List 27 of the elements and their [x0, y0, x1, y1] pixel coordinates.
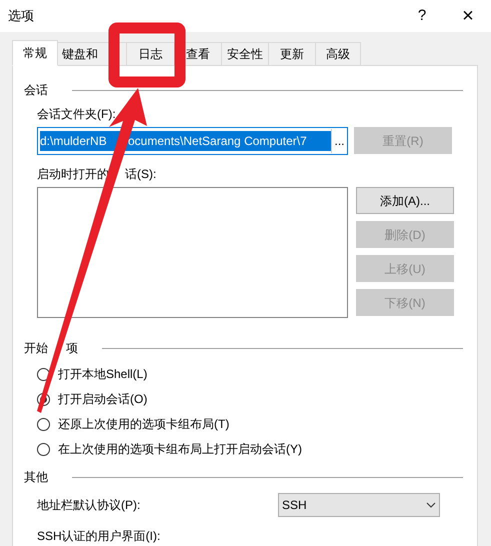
- action-button[interactable]: 添加(A)...: [356, 187, 454, 214]
- section-heading: 项: [66, 340, 78, 357]
- protocol-dropdown[interactable]: SSH: [278, 493, 440, 517]
- folder-path: d:\mulderNB: [40, 133, 108, 150]
- session-list[interactable]: [37, 187, 348, 318]
- section-heading: 其他: [24, 469, 48, 486]
- tab[interactable]: 高级: [315, 42, 361, 66]
- radio-label: 还原上次使用的选项卡组布局(T): [58, 416, 230, 433]
- folder-field[interactable]: d:\mulderNB ocuments\NetSarang Computer\7 ...: [37, 127, 348, 155]
- radio-label: 在上次使用的选项卡组布局上打开启动会话(Y): [58, 441, 302, 458]
- tab[interactable]: 常规: [12, 40, 58, 66]
- close-button[interactable]: ×: [445, 0, 491, 32]
- help-button[interactable]: ?: [399, 0, 445, 32]
- radio-button[interactable]: [37, 442, 50, 456]
- field-label: SSH认证的用户界面(I):: [36, 528, 160, 545]
- radio-label: 打开本地Shell(L): [58, 366, 148, 383]
- dropdown-value: SSH: [282, 497, 308, 514]
- field-label: 地址栏默认协议(P):: [37, 497, 142, 514]
- section-heading: 会话: [24, 82, 48, 99]
- folder-path: ocuments\NetSarang Computer\7: [128, 133, 307, 150]
- section-heading: 开始: [24, 340, 49, 357]
- window-title: 选项: [8, 7, 35, 26]
- radio-button[interactable]: [37, 418, 50, 430]
- chevron-down-icon: [426, 502, 436, 508]
- field-label: 会话文件夹(F):: [37, 106, 116, 123]
- field-label: 话(S):: [125, 166, 156, 183]
- radio-label: 打开启动会话(O): [58, 391, 148, 408]
